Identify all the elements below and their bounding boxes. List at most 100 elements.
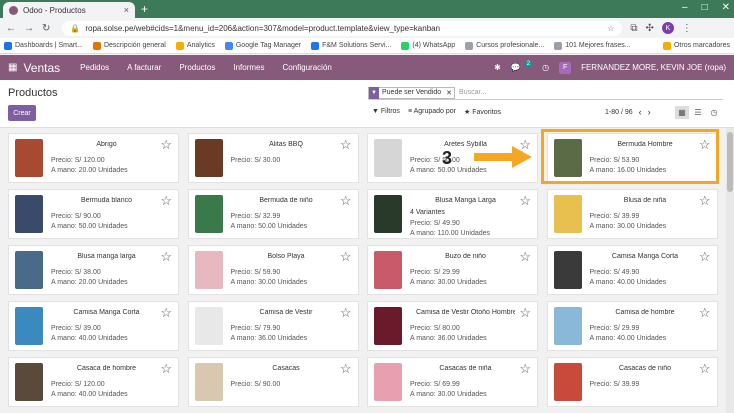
- browser-menu-icon[interactable]: ⋮: [682, 23, 692, 34]
- search-bar[interactable]: ▼ Puede ser Vendido ✕ Buscar...: [368, 86, 723, 100]
- bug-icon[interactable]: ✱: [494, 63, 501, 72]
- product-card[interactable]: Camisa Manga Corta Precio: S/ 49.90 A mano…: [546, 245, 718, 295]
- product-card[interactable]: Casaca de hombre Precio: S/ 120.00 A mano:…: [8, 357, 179, 407]
- puzzle-icon[interactable]: ✣: [646, 23, 654, 34]
- product-name: Camisa de Vestir: [259, 309, 313, 316]
- product-card[interactable]: Camisa de Vestir Precio: S/ 79.90 A mano: …: [187, 301, 359, 351]
- favorite-star-icon[interactable]: ☆: [699, 193, 711, 209]
- filters-button[interactable]: ▼ Filtros: [372, 108, 400, 116]
- bookmark-star-icon[interactable]: ☆: [607, 24, 614, 33]
- menu-informes[interactable]: Informes: [233, 63, 264, 72]
- bookmark-item[interactable]: Cursos profesionale...: [465, 41, 544, 50]
- product-card[interactable]: Blusa manga larga Precio: S/ 38.00 A mano:…: [8, 245, 179, 295]
- favorite-star-icon[interactable]: ☆: [160, 193, 172, 209]
- close-tab-icon[interactable]: ×: [124, 5, 129, 15]
- favorite-star-icon[interactable]: ☆: [699, 137, 711, 153]
- activity-view-icon[interactable]: ◷: [707, 106, 721, 119]
- product-card[interactable]: Camisa de hombre Precio: S/ 29.99 A mano: …: [546, 301, 718, 351]
- user-name[interactable]: FERNANDEZ MORE, KEVIN JOE (ropa): [581, 63, 726, 72]
- profile-avatar[interactable]: K: [661, 22, 674, 34]
- bookmark-item[interactable]: Analytics: [175, 41, 215, 50]
- lock-icon[interactable]: 🔒: [70, 24, 80, 33]
- list-view-icon[interactable]: ☰: [691, 106, 705, 119]
- other-bookmarks[interactable]: Otros marcadores: [662, 41, 730, 50]
- bookmark-item[interactable]: Google Tag Manager: [224, 41, 301, 50]
- favorites-button[interactable]: ★ Favoritos: [464, 108, 501, 116]
- group-by-button[interactable]: ≡ Agrupado por: [408, 108, 456, 116]
- menu-a-facturar[interactable]: A facturar: [127, 63, 161, 72]
- product-card[interactable]: Casacas de niña Precio: S/ 69.99 A mano: 3…: [367, 357, 538, 407]
- favorite-star-icon[interactable]: ☆: [519, 361, 531, 377]
- favorite-star-icon[interactable]: ☆: [699, 361, 711, 377]
- product-price: Precio: S/ 39.99: [589, 213, 640, 220]
- app-name[interactable]: Ventas: [23, 61, 60, 75]
- favorite-star-icon[interactable]: ☆: [340, 137, 352, 153]
- favorite-star-icon[interactable]: ☆: [160, 249, 172, 265]
- favorite-star-icon[interactable]: ☆: [519, 305, 531, 321]
- search-facet[interactable]: ▼ Puede ser Vendido ✕: [368, 86, 456, 99]
- extensions-icon[interactable]: ⧉: [630, 23, 637, 34]
- favorite-star-icon[interactable]: ☆: [160, 305, 172, 321]
- bookmark-item[interactable]: F&M Solutions Servi...: [311, 41, 391, 50]
- forward-icon[interactable]: →: [24, 23, 34, 34]
- maximize-icon[interactable]: □: [702, 2, 708, 13]
- product-card[interactable]: Bermuda blanco Precio: S/ 90.00 A mano: 50…: [8, 189, 179, 239]
- kanban-view-icon[interactable]: ▦: [675, 106, 689, 119]
- url-bar[interactable]: 🔒 ropa.solse.pe/web#cids=1&menu_id=206&a…: [62, 20, 623, 36]
- menu-pedidos[interactable]: Pedidos: [80, 63, 109, 72]
- product-card[interactable]: Bolso Playa Precio: S/ 59.90 A mano: 30.00…: [187, 245, 359, 295]
- menu-configuracion[interactable]: Configuración: [282, 63, 331, 72]
- bookmark-item[interactable]: 101 Mejores frases...: [554, 41, 631, 50]
- product-card[interactable]: Abrigo Precio: S/ 120.00 A mano: 20.00 Uni…: [8, 133, 179, 183]
- remove-facet-icon[interactable]: ✕: [444, 89, 454, 97]
- apps-menu-icon[interactable]: ▦: [8, 62, 17, 73]
- product-card[interactable]: Blusa de niña Precio: S/ 39.99 A mano: 30.…: [546, 189, 718, 239]
- product-card[interactable]: Bermuda de niño Precio: S/ 32.99 A mano: 5…: [187, 189, 359, 239]
- browser-tab[interactable]: Odoo - Productos ×: [3, 2, 135, 18]
- step-number: 3: [442, 148, 453, 168]
- product-card[interactable]: Alitas BBQ Precio: S/ 30.00 ☆: [187, 133, 359, 183]
- pager-previous-icon[interactable]: ‹: [639, 107, 642, 117]
- product-card[interactable]: Camisa Manga Corta Precio: S/ 39.00 A mano…: [8, 301, 179, 351]
- bookmark-item[interactable]: Dashboards | Smart...: [4, 41, 83, 50]
- product-card[interactable]: Camisa de Vestir Otoño Hombre Precio: S/ …: [367, 301, 538, 351]
- favorite-star-icon[interactable]: ☆: [340, 193, 352, 209]
- minimize-icon[interactable]: –: [682, 2, 688, 13]
- create-button[interactable]: Crear: [8, 105, 36, 121]
- favorite-star-icon[interactable]: ☆: [160, 361, 172, 377]
- reload-icon[interactable]: ↻: [42, 23, 50, 34]
- bookmark-icon: [224, 41, 233, 50]
- product-card[interactable]: Blusa Manga Larga 4 Variantes Precio: S/ 4…: [367, 189, 538, 239]
- product-image: [194, 363, 223, 401]
- product-image: [15, 251, 43, 289]
- product-price: Precio: S/ 90.00: [51, 213, 101, 220]
- back-icon[interactable]: ←: [6, 23, 16, 34]
- product-image: [374, 307, 402, 345]
- favorite-star-icon[interactable]: ☆: [699, 305, 711, 321]
- bookmark-item[interactable]: Descripción general: [92, 41, 166, 50]
- favorite-star-icon[interactable]: ☆: [340, 305, 352, 321]
- product-card[interactable]: Buzo de niño Precio: S/ 29.99 A mano: 30.0…: [367, 245, 538, 295]
- pager-value[interactable]: 1-80 / 96: [605, 109, 633, 116]
- activity-clock-icon[interactable]: ◷: [542, 63, 549, 72]
- favorite-star-icon[interactable]: ☆: [160, 137, 172, 153]
- product-card[interactable]: Casacas Precio: S/ 90.00 ☆: [187, 357, 359, 407]
- chat-icon[interactable]: 💬: [511, 63, 521, 72]
- favorite-star-icon[interactable]: ☆: [519, 249, 531, 265]
- product-name: Blusa Manga Larga: [435, 197, 496, 204]
- new-tab-icon[interactable]: +: [141, 2, 148, 16]
- favorite-star-icon[interactable]: ☆: [519, 193, 531, 209]
- product-card[interactable]: Casacas de niño Precio: S/ 39.99 ☆: [546, 357, 718, 407]
- product-name: Abrigo: [96, 141, 117, 148]
- menu-productos[interactable]: Productos: [179, 63, 215, 72]
- product-card[interactable]: Bermuda Hombre Precio: S/ 53.90 A mano: 16…: [546, 133, 718, 183]
- close-window-icon[interactable]: ✕: [722, 2, 730, 13]
- favorite-star-icon[interactable]: ☆: [699, 249, 711, 265]
- favorite-star-icon[interactable]: ☆: [340, 249, 352, 265]
- user-avatar[interactable]: F: [559, 61, 572, 74]
- favorite-star-icon[interactable]: ☆: [340, 361, 352, 377]
- pager-next-icon[interactable]: ›: [648, 107, 651, 117]
- bookmark-item[interactable]: (4) WhatsApp: [401, 41, 455, 50]
- scrollbar-thumb[interactable]: [727, 132, 733, 192]
- search-input[interactable]: Buscar...: [459, 89, 486, 96]
